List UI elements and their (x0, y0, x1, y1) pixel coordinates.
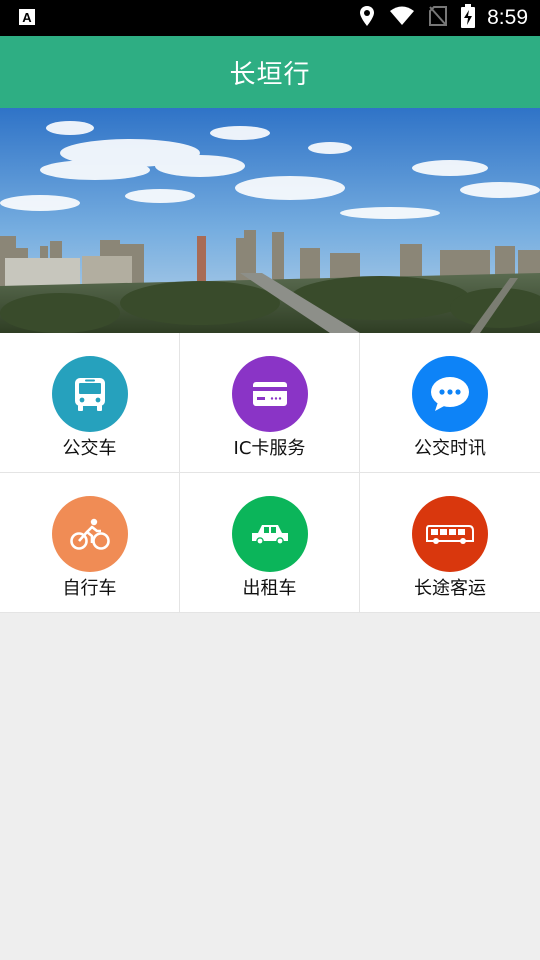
svg-text:A: A (22, 10, 32, 25)
app-bar: 长垣行 (0, 36, 540, 108)
app-title: 长垣行 (229, 59, 311, 90)
service-grid: 公交车 IC卡服务 公交时讯 自行车 出租车 长途客运 (0, 333, 540, 613)
service-bus[interactable]: 公交车 (0, 333, 179, 472)
chat-bubble-icon (412, 356, 488, 432)
banner-image[interactable] (0, 108, 540, 333)
taxi-icon (231, 496, 308, 572)
service-bus-news[interactable]: 公交时讯 (360, 333, 540, 472)
service-label: 出租车 (242, 578, 297, 599)
status-bar: A 8:59 (0, 0, 540, 36)
coach-icon (412, 496, 488, 572)
service-long-distance-coach[interactable]: 长途客运 (360, 473, 540, 612)
service-label: 公交车 (62, 438, 117, 459)
service-bicycle[interactable]: 自行车 (0, 473, 179, 612)
service-label: 自行车 (62, 578, 117, 599)
status-clock: 8:59 (487, 6, 528, 29)
service-label: IC卡服务 (233, 438, 306, 459)
service-taxi[interactable]: 出租车 (180, 473, 359, 612)
service-ic-card[interactable]: IC卡服务 (180, 333, 359, 472)
battery-charging-icon (461, 4, 476, 32)
wifi-icon (389, 6, 415, 30)
location-icon (359, 5, 375, 31)
app-notification-icon: A (18, 8, 36, 26)
card-icon (231, 356, 308, 432)
bus-icon (51, 356, 128, 432)
service-label: 公交时讯 (414, 438, 486, 459)
bicycle-icon (51, 496, 128, 572)
service-label: 长途客运 (414, 578, 486, 599)
no-sim-icon (429, 6, 448, 30)
